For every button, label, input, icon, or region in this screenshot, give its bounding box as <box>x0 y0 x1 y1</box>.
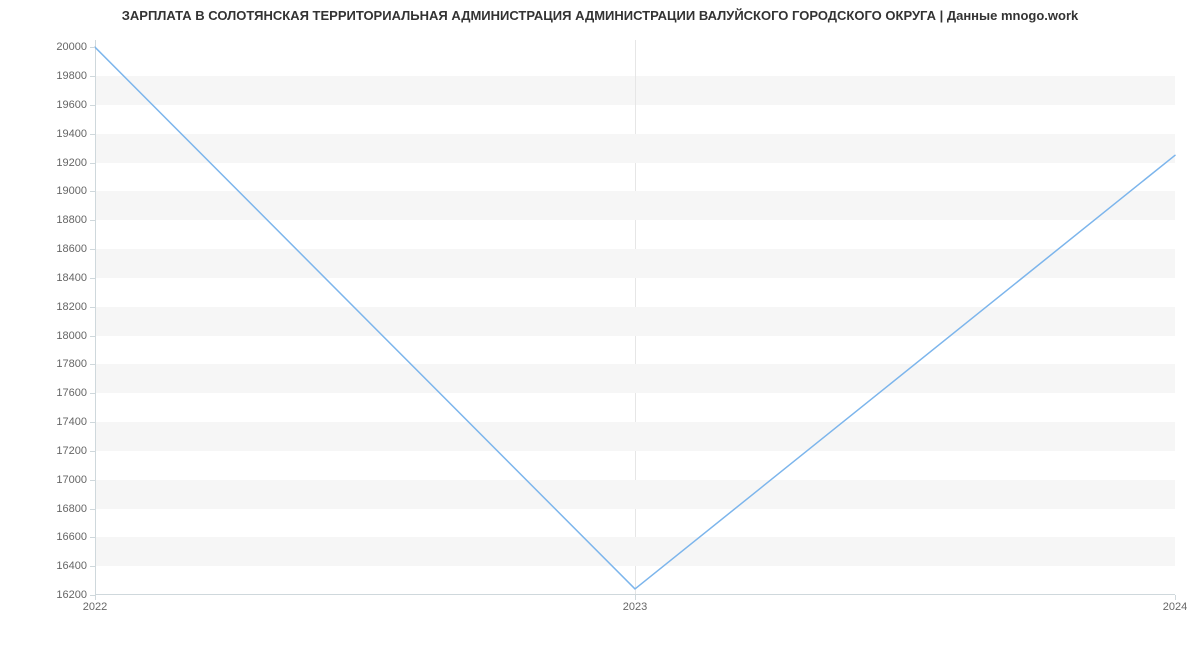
y-tick <box>90 76 95 77</box>
x-tick <box>95 595 96 600</box>
series-line <box>95 47 1175 589</box>
line-layer <box>95 40 1175 595</box>
y-tick <box>90 278 95 279</box>
y-tick <box>90 566 95 567</box>
x-tick <box>635 595 636 600</box>
chart-container: ЗАРПЛАТА В СОЛОТЯНСКАЯ ТЕРРИТОРИАЛЬНАЯ А… <box>0 0 1200 650</box>
y-tick <box>90 249 95 250</box>
y-tick <box>90 393 95 394</box>
y-tick <box>90 307 95 308</box>
y-tick <box>90 163 95 164</box>
y-tick <box>90 422 95 423</box>
y-tick <box>90 509 95 510</box>
y-tick <box>90 191 95 192</box>
chart-title: ЗАРПЛАТА В СОЛОТЯНСКАЯ ТЕРРИТОРИАЛЬНАЯ А… <box>0 8 1200 23</box>
y-tick <box>90 480 95 481</box>
y-tick <box>90 537 95 538</box>
y-tick <box>90 105 95 106</box>
plot-area: 1620016400166001680017000172001740017600… <box>95 40 1175 595</box>
y-tick <box>90 451 95 452</box>
y-tick <box>90 134 95 135</box>
x-tick <box>1175 595 1176 600</box>
y-tick <box>90 47 95 48</box>
y-tick <box>90 364 95 365</box>
y-tick <box>90 336 95 337</box>
y-tick <box>90 220 95 221</box>
